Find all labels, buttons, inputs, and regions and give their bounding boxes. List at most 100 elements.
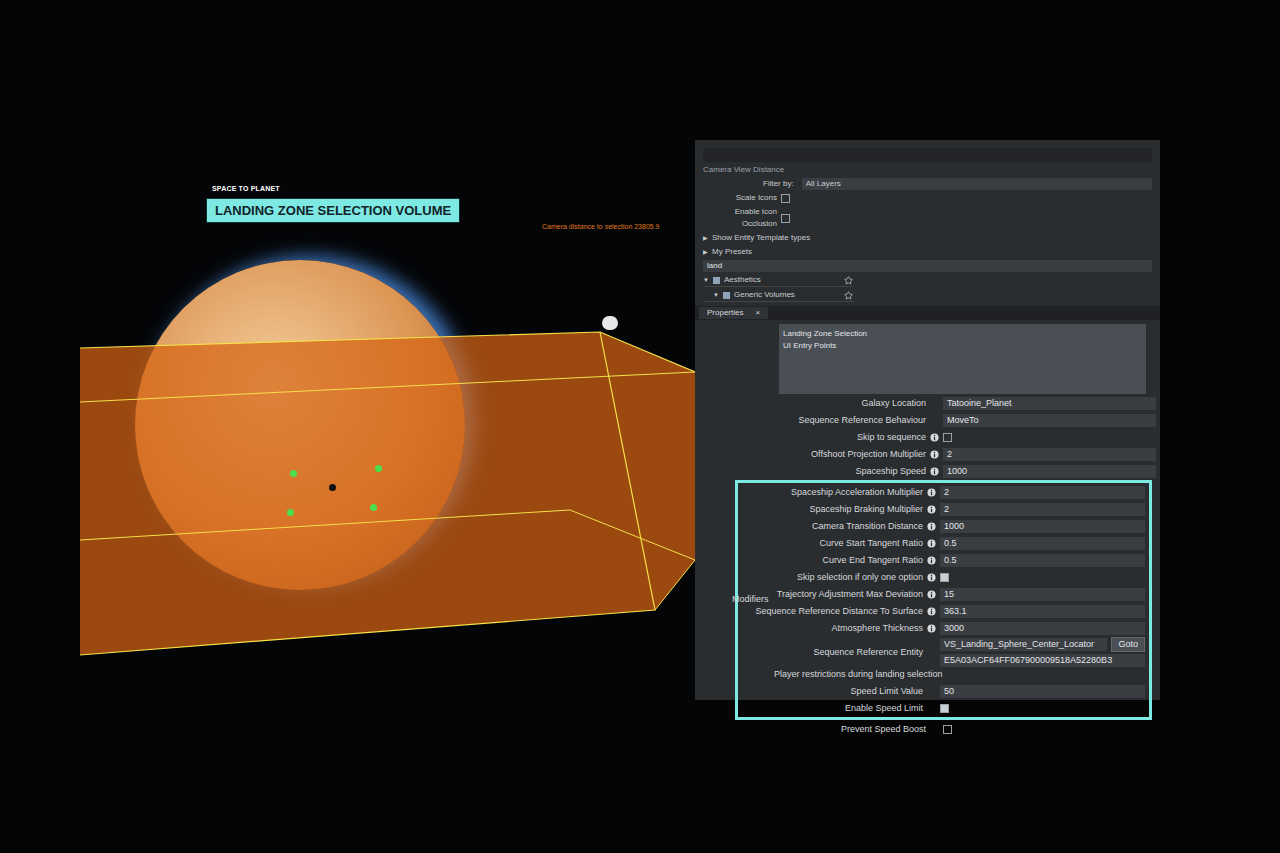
checkbox[interactable] [781,214,790,223]
property-label: Skip selection if only one option [772,572,936,583]
property-value[interactable]: Tatooine_Planet [943,397,1156,410]
moon [602,316,618,330]
property-label: Spaceship Speed [699,466,939,477]
debug-overlay: Camera distance to selection 23805.9 [542,222,660,231]
property-row: Skip selection if only one option [772,569,1145,585]
expander[interactable]: ▶Show Entity Template types [703,232,1152,244]
landing-marker[interactable] [290,470,297,477]
property-label: Camera Transition Distance [772,521,936,532]
property-value[interactable]: 15 [940,588,1145,601]
filter-field[interactable]: All Layers [802,178,1152,190]
entity-field[interactable]: VS_Landing_Sphere_Center_Locator [940,638,1107,651]
property-value[interactable]: MoveTo [943,414,1156,427]
property-value[interactable]: 363.1 [940,605,1145,618]
tree-item[interactable]: ▼Generic Volumes [703,289,853,302]
property-row: Curve End Tangent Ratio 0.5 [772,552,1145,568]
info-icon [930,433,939,442]
info-icon [927,607,936,616]
property-label: Offshoot Projection Multiplier [699,449,939,460]
editor-panel: Camera View DistanceFilter by:All Layers… [695,140,1160,700]
property-value[interactable]: 1000 [943,465,1156,478]
projection-screen: Camera distance to selection 23805.9 SPAC… [80,140,1160,700]
info-icon [930,467,939,476]
property-label: Sequence Reference Distance To Surface [772,606,936,617]
property-row: Sequence Reference Distance To Surface 36… [772,603,1145,619]
expander[interactable]: ▶My Presets [703,246,1152,258]
properties: Landing Zone SelectionUI Entry PointsGal… [695,320,1160,737]
close-button[interactable]: × [755,307,760,319]
landing-marker[interactable] [287,509,294,516]
property-label: Spaceship Braking Multiplier [772,504,936,515]
checkbox[interactable] [940,704,949,713]
property-value[interactable]: 50 [940,685,1145,698]
property-label: Trajectory Adjustment Max Deviation [772,589,936,600]
property-row: Curve Start Tangent Ratio 0.5 [772,535,1145,551]
info-icon [930,450,939,459]
component-list[interactable]: Landing Zone SelectionUI Entry Points [779,324,1146,394]
info-icon [927,590,936,599]
info-icon [927,505,936,514]
property-row: Spaceship Speed 1000 [699,463,1156,479]
property-label: Enable Speed Limit [772,703,936,714]
property-value[interactable]: 2 [943,448,1156,461]
property-row: Prevent Speed Boost [699,721,1156,737]
tree-item[interactable]: ▼Aesthetics [703,274,853,287]
property-value[interactable]: 1000 [940,520,1145,533]
info-icon [927,556,936,565]
property-label: Sequence Reference Behaviour [699,415,939,426]
page: Camera distance to selection 23805.9 SPAC… [0,0,1280,853]
property-label: Curve Start Tangent Ratio [772,538,936,549]
checkbox[interactable] [943,725,952,734]
outliner-option[interactable]: Enable Icon Occlusion [703,206,1152,230]
property-row: Atmosphere Thickness 3000 [772,620,1145,636]
modifiers-label: Modifiers [732,483,772,717]
section-label: SPACE TO PLANET [212,184,280,195]
landing-marker[interactable] [375,465,382,472]
star-icon[interactable] [844,291,853,300]
property-row: Trajectory Adjustment Max Deviation 15 [772,586,1145,602]
info-icon [927,539,936,548]
landing-marker[interactable] [329,484,336,491]
property-row: Galaxy Location Tatooine_Planet [699,395,1156,411]
property-row: Offshoot Projection Multiplier 2 [699,446,1156,462]
info-icon [927,624,936,633]
property-row: Camera Transition Distance 1000 [772,518,1145,534]
info-icon [927,522,936,531]
property-label: Spaceship Acceleration Multiplier [772,487,936,498]
checkbox[interactable] [943,433,952,442]
property-value[interactable]: 0.5 [940,554,1145,567]
landing-marker[interactable] [370,504,377,511]
property-row: Speed Limit Value 50 [772,683,1145,699]
property-value[interactable]: 2 [940,503,1145,516]
property-value[interactable]: 0.5 [940,537,1145,550]
section-header: Player restrictions during landing selec… [772,668,1145,682]
property-label: Skip to sequence [699,432,939,443]
modifiers-box: ModifiersSpaceship Acceleration Multipli… [735,480,1152,720]
outliner: Camera View DistanceFilter by:All Layers… [695,140,1160,306]
property-row: Sequence Reference EntityVS_Landing_Sphe… [772,637,1145,667]
viewport[interactable]: Camera distance to selection 23805.9 SPAC… [80,140,695,700]
property-label: Curve End Tangent Ratio [772,555,936,566]
properties-tab[interactable]: Properties× [699,307,768,319]
checkbox[interactable] [781,194,790,203]
info-icon [927,573,936,582]
star-icon[interactable] [844,276,853,285]
property-value[interactable]: 2 [940,486,1145,499]
properties-tabbar: Properties× [695,306,1160,320]
outliner-title: Camera View Distance [703,164,1152,176]
property-label: Speed Limit Value [772,686,936,697]
property-value[interactable]: 3000 [940,622,1145,635]
entity-id: E5A03ACF64FF067900009518A52280B3 [940,654,1145,667]
checkbox[interactable] [940,573,949,582]
goto-button[interactable]: Goto [1111,637,1145,652]
search-field[interactable]: land [703,260,1152,272]
property-label: Galaxy Location [699,398,939,409]
property-row: Sequence Reference Behaviour MoveTo [699,412,1156,428]
info-icon [927,488,936,497]
property-row: Enable Speed Limit [772,700,1145,716]
property-row: Spaceship Acceleration Multiplier 2 [772,484,1145,500]
property-label: Atmosphere Thickness [772,623,936,634]
property-row: Skip to sequence [699,429,1156,445]
outliner-option[interactable]: Scale Icons [703,192,1152,204]
property-label: Prevent Speed Boost [699,724,939,735]
